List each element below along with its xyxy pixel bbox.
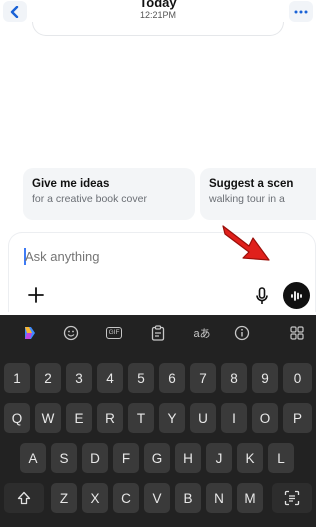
voice-mode-button[interactable] bbox=[283, 282, 310, 309]
shift-icon bbox=[17, 491, 31, 505]
chat-screen: Today 12:21PM Give me ideas for a creati… bbox=[0, 0, 316, 527]
keyboard-toolbar: GIF aあ bbox=[0, 315, 316, 351]
key-2[interactable]: 2 bbox=[35, 363, 61, 393]
key-7[interactable]: 7 bbox=[190, 363, 216, 393]
scan-text-key[interactable] bbox=[272, 483, 312, 513]
key-6[interactable]: 6 bbox=[159, 363, 185, 393]
suggestion-card[interactable]: Suggest a scen walking tour in a bbox=[200, 168, 316, 220]
emoji-icon[interactable] bbox=[60, 323, 82, 343]
previous-message-card bbox=[32, 22, 284, 36]
more-options-button[interactable] bbox=[289, 1, 313, 22]
microphone-icon bbox=[256, 287, 268, 304]
translate-icon[interactable]: aあ bbox=[188, 323, 216, 343]
layout-icon[interactable] bbox=[286, 323, 308, 343]
key-n[interactable]: N bbox=[206, 483, 232, 513]
keyboard: GIF aあ 1 2 3 4 5 6 7 8 9 0 Q W E R T Y U… bbox=[0, 315, 316, 527]
key-e[interactable]: E bbox=[66, 403, 92, 433]
key-z[interactable]: Z bbox=[51, 483, 77, 513]
suggestion-title: Give me ideas bbox=[32, 178, 110, 190]
info-icon[interactable] bbox=[231, 323, 253, 343]
header-time: 12:21PM bbox=[139, 10, 177, 20]
key-c[interactable]: C bbox=[113, 483, 139, 513]
suggestion-title: Suggest a scen bbox=[209, 178, 294, 190]
key-w[interactable]: W bbox=[35, 403, 61, 433]
key-4[interactable]: 4 bbox=[97, 363, 123, 393]
shift-key[interactable] bbox=[4, 483, 44, 513]
message-input[interactable] bbox=[25, 249, 225, 264]
gif-icon[interactable]: GIF bbox=[103, 323, 125, 343]
key-9[interactable]: 9 bbox=[252, 363, 278, 393]
suggestion-subtitle: for a creative book cover bbox=[32, 193, 147, 205]
key-h[interactable]: H bbox=[175, 443, 201, 473]
annotation-arrow bbox=[222, 225, 270, 261]
key-v[interactable]: V bbox=[144, 483, 170, 513]
chat-header: Today 12:21PM bbox=[0, 0, 316, 36]
key-a[interactable]: A bbox=[20, 443, 46, 473]
key-g[interactable]: G bbox=[144, 443, 170, 473]
suggestion-card[interactable]: Give me ideas for a creative book cover bbox=[23, 168, 195, 220]
key-8[interactable]: 8 bbox=[221, 363, 247, 393]
key-q[interactable]: Q bbox=[4, 403, 30, 433]
key-x[interactable]: X bbox=[82, 483, 108, 513]
key-p[interactable]: P bbox=[283, 403, 312, 433]
key-1[interactable]: 1 bbox=[4, 363, 30, 393]
key-i[interactable]: I bbox=[221, 403, 247, 433]
key-b[interactable]: B bbox=[175, 483, 201, 513]
key-u[interactable]: U bbox=[190, 403, 216, 433]
key-3[interactable]: 3 bbox=[66, 363, 92, 393]
key-0[interactable]: 0 bbox=[283, 363, 312, 393]
microphone-button[interactable] bbox=[254, 285, 270, 307]
copilot-icon[interactable] bbox=[19, 323, 41, 343]
page-title: Today bbox=[139, 0, 177, 10]
key-s[interactable]: S bbox=[51, 443, 77, 473]
key-k[interactable]: K bbox=[237, 443, 263, 473]
key-j[interactable]: J bbox=[206, 443, 232, 473]
key-r[interactable]: R bbox=[97, 403, 123, 433]
key-m[interactable]: M bbox=[237, 483, 263, 513]
key-5[interactable]: 5 bbox=[128, 363, 154, 393]
clipboard-icon[interactable] bbox=[147, 323, 169, 343]
key-y[interactable]: Y bbox=[159, 403, 185, 433]
key-l[interactable]: L bbox=[268, 443, 294, 473]
audio-waveform-icon bbox=[290, 290, 302, 301]
plus-icon bbox=[28, 287, 44, 303]
scan-text-icon bbox=[284, 490, 300, 506]
add-attachment-button[interactable] bbox=[26, 285, 46, 305]
key-f[interactable]: F bbox=[113, 443, 139, 473]
key-t[interactable]: T bbox=[128, 403, 154, 433]
suggestion-subtitle: walking tour in a bbox=[209, 193, 285, 205]
ellipsis-icon bbox=[294, 10, 308, 13]
key-o[interactable]: O bbox=[252, 403, 278, 433]
key-d[interactable]: D bbox=[82, 443, 108, 473]
header-title-group: Today 12:21PM bbox=[0, 0, 316, 21]
